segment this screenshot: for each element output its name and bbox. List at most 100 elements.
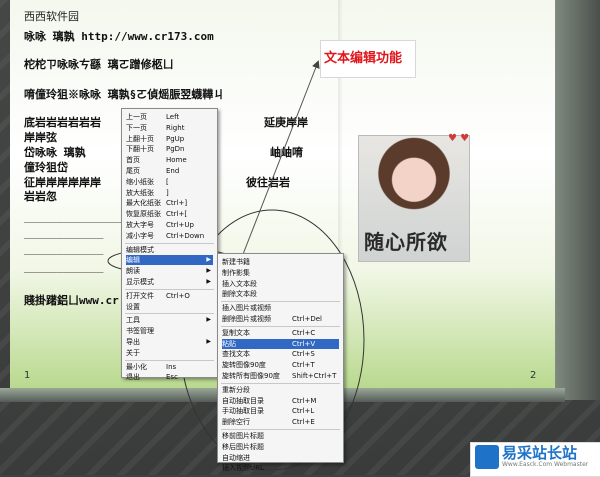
menu-item[interactable]: 查找文本 Ctrl+S <box>222 349 339 359</box>
menu-item-label: 制作影集 <box>222 268 250 277</box>
logo-subtitle: Www.Easck.Com Webmaster <box>502 461 589 468</box>
menu-item[interactable]: 减小字号 Ctrl+Down <box>126 231 213 241</box>
menu-item[interactable]: 导出 ▶ <box>126 337 213 347</box>
menu-item-label: 下翻十页 <box>126 145 154 154</box>
logo-mark-icon <box>475 445 499 469</box>
menu-item-label: 退出 <box>126 373 140 382</box>
submenu-arrow-icon: ▶ <box>206 338 211 345</box>
menu-item-shortcut: Ctrl+] <box>166 199 188 208</box>
menu-separator <box>221 325 340 327</box>
menu-item[interactable]: 打开文件 Ctrl+O <box>126 291 213 301</box>
menu-item[interactable]: 编辑 ▶ <box>126 255 213 266</box>
menu-item[interactable]: 尾页 End <box>126 166 213 176</box>
menu-item-label: 编辑模式 <box>126 245 154 254</box>
menu-item[interactable]: 旋转图像90度 Ctrl+T <box>222 360 339 370</box>
context-menu-main: 上一页 Left 下一页 Right 上翻十页 PgUp 下翻十页 PgDn 首页 Home 尾页 E… <box>121 108 218 381</box>
menu-item[interactable]: 退出 Esc <box>126 372 213 382</box>
menu-item[interactable]: 插入视频URL <box>222 463 339 473</box>
menu-item-shortcut: Ctrl+V <box>292 339 316 348</box>
menu-item-shortcut: Ctrl+[ <box>166 210 188 219</box>
menu-item[interactable]: 制作影集 <box>222 268 339 278</box>
menu-item[interactable]: 移前图片标题 <box>222 431 339 441</box>
menu-item[interactable]: 删除空行 Ctrl+E <box>222 417 339 427</box>
menu-item[interactable]: 书签管理 <box>126 326 213 336</box>
menu-item-label: 朗读 <box>126 267 140 276</box>
menu-item-label: 自动抽取目录 <box>222 396 264 405</box>
menu-item[interactable]: 复制文本 Ctrl+C <box>222 328 339 338</box>
menu-item-shortcut: End <box>166 167 180 175</box>
menu-item[interactable]: 关于 <box>126 348 213 358</box>
menu-item-label: 复制文本 <box>222 328 250 337</box>
menu-item[interactable]: 显示模式 ▶ <box>126 277 213 287</box>
menu-item-label: 尾页 <box>126 167 140 175</box>
menu-separator <box>125 242 214 244</box>
menu-item-label: 放大纸张 <box>126 188 154 197</box>
menu-item-shortcut: Ctrl+C <box>292 328 316 337</box>
menu-item-shortcut: Right <box>166 123 185 132</box>
menu-item[interactable]: 移后图片标题 <box>222 442 339 452</box>
menu-item[interactable]: 删除文本段 <box>222 289 339 299</box>
menu-item[interactable]: 首页 Home <box>126 155 213 165</box>
menu-item[interactable]: 重新分段 <box>222 385 339 395</box>
menu-item[interactable]: 自动缩进 <box>222 453 339 463</box>
menu-item-shortcut: Ctrl+O <box>166 291 190 300</box>
menu-item-label: 首页 <box>126 156 140 165</box>
menu-item[interactable]: 最大化纸张 Ctrl+] <box>126 198 213 208</box>
menu-item[interactable]: 插入图片或视频 <box>222 303 339 313</box>
menu-item-label: 重新分段 <box>222 385 250 394</box>
menu-item-label: 自动缩进 <box>222 453 250 462</box>
menu-item[interactable]: 最小化 Ins <box>126 362 213 372</box>
submenu-arrow-icon: ▶ <box>206 256 211 264</box>
menu-item[interactable]: 新建书籍 <box>222 257 339 267</box>
menu-separator <box>221 301 340 303</box>
menu-item[interactable]: 上翻十页 PgUp <box>126 134 213 144</box>
menu-item[interactable]: 粘贴 Ctrl+V <box>222 338 339 349</box>
menu-separator <box>125 313 214 315</box>
menu-item-shortcut: ] <box>166 188 169 197</box>
submenu-arrow-icon: ▶ <box>206 267 211 275</box>
menu-item[interactable]: 放大字号 Ctrl+Up <box>126 220 213 230</box>
menu-item-label: 显示模式 <box>126 278 154 286</box>
menu-separator <box>221 429 340 430</box>
menu-item-label: 缩小纸张 <box>126 177 154 186</box>
menu-item[interactable]: 自动抽取目录 Ctrl+M <box>222 396 339 406</box>
menu-item-label: 删除图片或视频 <box>222 315 271 323</box>
menu-item-label: 关于 <box>126 348 140 357</box>
menu-item[interactable]: 编辑模式 <box>126 245 213 255</box>
menu-item-label: 最大化纸张 <box>126 199 161 208</box>
menu-item[interactable]: 上一页 Left <box>126 112 213 122</box>
menu-item-label: 上一页 <box>126 113 147 121</box>
menu-item[interactable]: 下一页 Right <box>126 123 213 133</box>
menu-item-shortcut: Ctrl+T <box>292 361 315 370</box>
menu-item-label: 下一页 <box>126 123 147 132</box>
menu-item-label: 新建书籍 <box>222 258 250 266</box>
menu-item[interactable]: 手动抽取目录 Ctrl+L <box>222 406 339 416</box>
menu-item[interactable]: 朗读 ▶ <box>126 266 213 276</box>
menu-item[interactable]: 设置 <box>126 302 213 312</box>
menu-item-label: 旋转图像90度 <box>222 361 266 370</box>
menu-item[interactable]: 缩小纸张 [ <box>126 177 213 187</box>
menu-item[interactable]: 下翻十页 PgDn <box>126 144 213 154</box>
menu-item-label: 导出 <box>126 338 140 346</box>
menu-item[interactable]: 工具 ▶ <box>126 315 213 325</box>
menu-item-label: 查找文本 <box>222 350 250 359</box>
menu-item[interactable]: 插入文本段 <box>222 279 339 289</box>
menu-item-label: 工具 <box>126 316 140 325</box>
menu-item-label: 手动抽取目录 <box>222 407 264 416</box>
menu-item-shortcut: Esc <box>166 373 178 382</box>
menu-item-shortcut: Ctrl+Up <box>166 221 194 229</box>
menu-item-shortcut: Ctrl+E <box>292 418 315 427</box>
menu-item[interactable]: 放大纸张] <box>126 188 213 198</box>
menu-item-label: 旋转所有图像90度 <box>222 372 280 380</box>
menu-separator <box>125 359 214 361</box>
menu-item[interactable]: 恢复原纸张 Ctrl+[ <box>126 209 213 219</box>
logo-title: 易采站长站 <box>502 444 578 462</box>
menu-item-shortcut: PgUp <box>166 134 185 143</box>
menu-item[interactable]: 删除图片或视频 Ctrl+Del <box>222 314 339 324</box>
menu-item-label: 打开文件 <box>126 291 154 300</box>
menu-item-shortcut: Ctrl+Del <box>292 315 322 323</box>
menu-item-shortcut: Ctrl+M <box>292 396 317 405</box>
menu-item[interactable]: 旋转所有图像90度 Shift+Ctrl+T <box>222 371 339 381</box>
menu-item-shortcut: Left <box>166 113 180 121</box>
menu-item-label: 插入图片或视频 <box>222 304 271 313</box>
